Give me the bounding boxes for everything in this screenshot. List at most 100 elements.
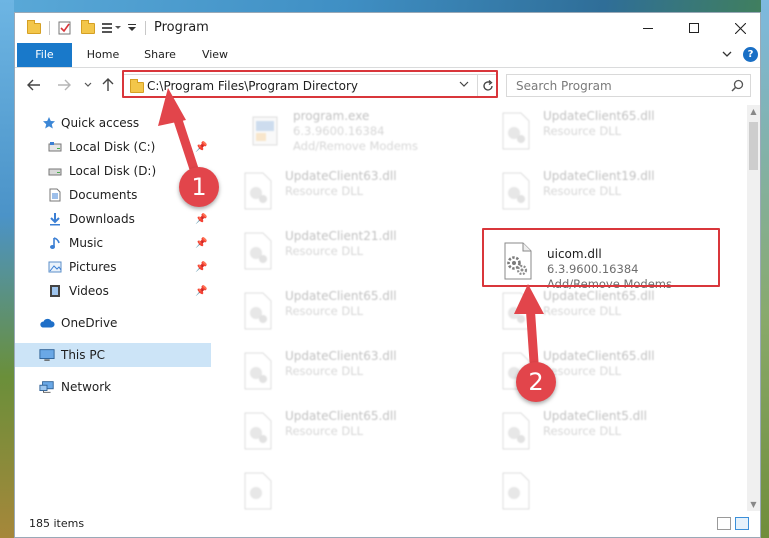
file-name: UpdateClient65.dll [285, 409, 397, 423]
file-name: UpdateClient63.dll [285, 349, 397, 363]
file-item[interactable]: UpdateClient65.dll Resource DLL [497, 289, 737, 337]
search-input[interactable]: Search Program [516, 79, 612, 93]
sidebar-item-label: Local Disk (C:) [69, 140, 156, 154]
scroll-thumb[interactable] [749, 122, 758, 170]
file-type: Resource DLL [285, 244, 364, 258]
sidebar-item-label: Downloads [69, 212, 135, 226]
details-view-button[interactable] [717, 517, 731, 530]
arrow-right-icon [58, 79, 71, 91]
customize-icon[interactable] [101, 19, 123, 37]
up-button[interactable] [99, 76, 117, 94]
expand-ribbon-button[interactable] [721, 48, 735, 62]
sidebar-item-this-pc[interactable]: This PC [15, 343, 211, 367]
dll-file-icon [502, 472, 530, 510]
tab-file[interactable]: File [17, 43, 72, 67]
sidebar-item-local-disk-c[interactable]: Local Disk (C:) 📌 [15, 135, 211, 159]
view-switcher [717, 517, 749, 530]
file-item[interactable]: UpdateClient19.dll Resource DLL [497, 169, 737, 217]
file-version: 6.3.9600.16384 [293, 124, 385, 138]
help-button[interactable]: ? [743, 47, 758, 62]
file-item[interactable]: UpdateClient65.dll Resource DLL [497, 109, 737, 157]
forward-button[interactable] [55, 76, 73, 94]
dll-file-icon [244, 472, 272, 510]
network-icon [39, 379, 55, 395]
vertical-scrollbar[interactable]: ▲ ▼ [747, 105, 760, 511]
dll-file-icon [502, 412, 530, 450]
sidebar-item-label: Network [61, 380, 112, 394]
arrow-left-icon [27, 79, 40, 91]
file-name: UpdateClient5.dll [543, 409, 647, 423]
sidebar-item-pictures[interactable]: Pictures 📌 [15, 255, 211, 279]
sidebar-item-music[interactable]: Music 📌 [15, 231, 211, 255]
pin-icon: 📌 [195, 261, 208, 273]
file-item[interactable]: UpdateClient63.dll Resource DLL [239, 349, 479, 397]
window-title: Program [154, 20, 209, 35]
file-type: Resource DLL [285, 424, 364, 438]
dll-file-icon [244, 412, 272, 450]
sidebar-item-label: OneDrive [61, 316, 118, 330]
file-type: Resource DLL [285, 364, 364, 378]
qa-dropdown-icon[interactable] [127, 19, 137, 37]
search-box[interactable]: Search Program [506, 74, 751, 97]
maximize-icon [689, 23, 699, 33]
file-item-program-exe[interactable]: program.exe 6.3.9600.16384 Add/Remove Mo… [247, 109, 487, 157]
minimize-button[interactable] [625, 13, 671, 43]
file-name: UpdateClient65.dll [543, 349, 655, 363]
dll-file-icon [244, 352, 272, 390]
dll-file-icon [502, 112, 530, 150]
file-name: UpdateClient65.dll [543, 289, 655, 303]
new-folder-icon[interactable] [81, 19, 95, 37]
file-item[interactable]: UpdateClient63.dll Resource DLL [239, 169, 479, 217]
ribbon-tabs: File Home Share View ? [15, 43, 760, 67]
qa-separator [49, 19, 50, 37]
navigation-pane: Quick access Local Disk (C:) 📌 Local Dis… [15, 105, 211, 511]
title-separator [145, 19, 146, 37]
sidebar-item-label: Videos [69, 284, 109, 298]
sidebar-item-videos[interactable]: Videos 📌 [15, 279, 211, 303]
file-item[interactable]: UpdateClient65.dll Resource DLL [239, 409, 479, 457]
file-type: Resource DLL [285, 184, 364, 198]
callout-1: 1 [179, 167, 219, 207]
scroll-down-button[interactable]: ▼ [747, 498, 760, 511]
dll-file-icon [244, 172, 272, 210]
sidebar-item-downloads[interactable]: Downloads 📌 [15, 207, 211, 231]
arrow-up-icon [102, 78, 114, 91]
close-icon [734, 22, 746, 34]
sidebar-item-onedrive[interactable]: OneDrive [15, 311, 211, 335]
sidebar-item-network[interactable]: Network [15, 375, 211, 399]
dll-file-icon [244, 232, 272, 270]
file-type: Resource DLL [543, 304, 622, 318]
sidebar-item-quick-access[interactable]: Quick access [15, 111, 211, 135]
desktop-wallpaper-left [0, 0, 14, 538]
file-item[interactable] [239, 469, 479, 511]
maximize-button[interactable] [671, 13, 717, 43]
computer-icon [39, 347, 55, 363]
sidebar-item-label: Music [69, 236, 104, 250]
minimize-icon [643, 28, 653, 29]
pictures-icon [47, 259, 63, 275]
recent-locations-button[interactable] [79, 76, 97, 94]
drive-icon [47, 163, 63, 179]
file-type: Resource DLL [285, 304, 364, 318]
close-button[interactable] [717, 13, 763, 43]
item-count: 185 items [29, 517, 85, 530]
file-item[interactable] [497, 469, 737, 511]
file-item[interactable]: UpdateClient65.dll Resource DLL [239, 289, 479, 337]
exe-file-icon [252, 116, 278, 146]
tab-home[interactable]: Home [77, 43, 129, 67]
scroll-up-button[interactable]: ▲ [747, 105, 760, 118]
chevron-down-icon [84, 82, 92, 87]
tab-share[interactable]: Share [135, 43, 185, 67]
status-bar: 185 items [15, 511, 760, 537]
file-item[interactable]: UpdateClient5.dll Resource DLL [497, 409, 737, 457]
file-item[interactable]: UpdateClient21.dll Resource DLL [239, 229, 479, 277]
back-button[interactable] [25, 76, 43, 94]
file-type: Resource DLL [543, 124, 622, 138]
file-name: UpdateClient21.dll [285, 229, 397, 243]
address-bar-highlight [122, 70, 498, 98]
drive-icon [47, 139, 63, 155]
tiles-view-button[interactable] [735, 517, 749, 530]
file-name: program.exe [293, 109, 370, 123]
properties-icon[interactable] [58, 19, 72, 37]
tab-view[interactable]: View [191, 43, 239, 67]
